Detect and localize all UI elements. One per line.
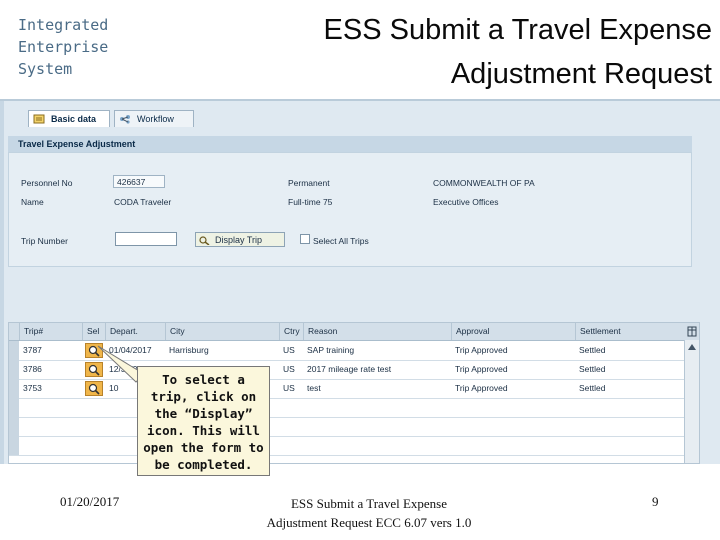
cell-settlement: Settled [579, 345, 606, 355]
col-trip[interactable]: Trip# [19, 323, 82, 340]
cell-approval: Trip Approved [455, 383, 508, 393]
basic-data-icon [33, 114, 45, 124]
col-sel[interactable]: Sel [82, 323, 105, 340]
trip-number-input[interactable] [115, 232, 177, 246]
cell-settlement: Settled [579, 383, 606, 393]
personnel-no-label: Personnel No [21, 178, 73, 188]
cell-trip: 3787 [23, 345, 42, 355]
table-header: Trip# Sel Depart. City Ctry Reason Appro… [9, 323, 685, 341]
table-row-empty [9, 436, 685, 456]
select-all-checkbox[interactable] [300, 234, 310, 244]
cell-reason: SAP training [307, 345, 355, 355]
cell-trip: 3786 [23, 364, 42, 374]
personnel-no-value: 426637 [113, 175, 165, 188]
form-panel: Personnel No 426637 Name CODA Traveler P… [8, 152, 692, 267]
table-row-empty [9, 398, 685, 418]
footer-title: ESS Submit a Travel Expense Adjustment R… [244, 494, 494, 532]
footer-title-line1: ESS Submit a Travel Expense [290, 496, 447, 511]
name-value: CODA Traveler [114, 197, 172, 207]
brand-text: Integrated Enterprise System [18, 16, 109, 78]
organization-unit: Executive Offices [433, 197, 499, 207]
row-selector[interactable] [9, 379, 19, 398]
row-selector[interactable] [9, 417, 19, 436]
col-ctry[interactable]: Ctry [279, 323, 303, 340]
cell-trip: 3753 [23, 383, 42, 393]
name-label: Name [21, 197, 44, 207]
col-depart[interactable]: Depart. [105, 323, 165, 340]
cell-ctry: US [283, 383, 295, 393]
scroll-up-icon[interactable] [685, 341, 699, 353]
cell-settlement: Settled [579, 364, 606, 374]
instruction-callout: To select a trip, click on the “Display”… [137, 366, 270, 476]
col-reason[interactable]: Reason [303, 323, 451, 340]
tab-basic-data[interactable]: Basic data [28, 110, 110, 127]
tab-workflow[interactable]: Workflow [114, 110, 194, 127]
footer-date: 01/20/2017 [60, 494, 120, 509]
cell-reason: test [307, 383, 321, 393]
tab-label: Workflow [137, 114, 174, 124]
left-border [0, 101, 4, 464]
row-selector[interactable] [9, 398, 19, 417]
trip-number-label: Trip Number [21, 236, 68, 246]
cell-approval: Trip Approved [455, 364, 508, 374]
section-title: Travel Expense Adjustment [8, 136, 692, 152]
table-row-empty [9, 417, 685, 437]
footer-title-line2: Adjustment Request ECC 6.07 vers 1.0 [266, 515, 472, 530]
cell-ctry: US [283, 345, 295, 355]
work-schedule: Full-time 75 [288, 197, 333, 207]
employment-status: Permanent [288, 178, 330, 188]
col-settlement[interactable]: Settlement [575, 323, 685, 340]
slide-title: ESS Submit a Travel Expense Adjustment R… [323, 14, 712, 90]
table-scrollbar[interactable] [684, 340, 699, 463]
cell-reason: 2017 mileage rate test [307, 364, 392, 374]
cell-approval: Trip Approved [455, 345, 508, 355]
tab-label: Basic data [51, 114, 97, 124]
col-approval[interactable]: Approval [451, 323, 575, 340]
table-settings-icon[interactable] [685, 323, 699, 340]
organization-name: COMMONWEALTH OF PA [433, 178, 535, 188]
cell-ctry: US [283, 364, 295, 374]
row-selector[interactable] [9, 360, 19, 379]
display-trip-label: Display Trip [215, 234, 263, 245]
row-selector[interactable] [9, 436, 19, 455]
workflow-icon [120, 115, 130, 124]
glasses-icon [199, 235, 210, 245]
row-selector[interactable] [9, 341, 19, 360]
sap-screen: Basic data Workflow Travel Expense Adjus… [0, 99, 720, 464]
select-all-label: Select All Trips [313, 236, 369, 246]
display-trip-button[interactable]: Display Trip [195, 232, 285, 247]
col-city[interactable]: City [165, 323, 279, 340]
cell-city: Harrisburg [169, 345, 209, 355]
page-number: 9 [652, 494, 659, 509]
